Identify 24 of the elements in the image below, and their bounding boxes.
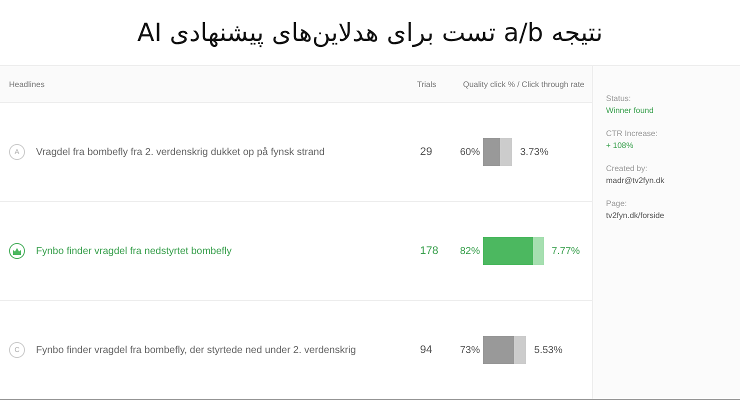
summary-value: + 108% [606,141,634,150]
quality-percent: 60% [460,146,479,158]
summary-label: Created by: [606,164,648,173]
ctr-value: 7.77% [552,246,580,256]
trials-count: 94 [419,344,434,356]
trials-count: 178 [419,245,440,257]
summary-label: Page: [606,199,628,208]
summary-label: CTR Increase: [606,129,659,138]
quality-percent: 73% [460,344,479,356]
summary-value: madr@tv2fyn.dk [606,176,666,185]
summary-label: Status: [606,94,632,103]
headline-text: Fynbo finder vragdel fra nedstyrtet bombefly [36,246,232,256]
trials-count: 29 [419,146,434,158]
column-header: Trials [416,80,438,88]
summary-value: Winner found [606,106,655,115]
quality-percent: 82% [460,246,479,256]
crown-icon [13,248,21,254]
column-header: Headlines [8,80,46,88]
summary-value: tv2fyn.dk/forside [606,211,666,220]
column-header: Quality click % / Click through rate [462,80,586,88]
headline-text: Fynbo finder vragdel fra bombefly, der styrtede ned under 2. verdenskrig [36,344,356,356]
ctr-value: 5.53% [534,344,562,356]
headline-text: Vragdel fra bombefly fra 2. verdenskrig dukket op på fynsk strand [36,146,325,158]
ctr-value: 3.73% [520,146,548,158]
